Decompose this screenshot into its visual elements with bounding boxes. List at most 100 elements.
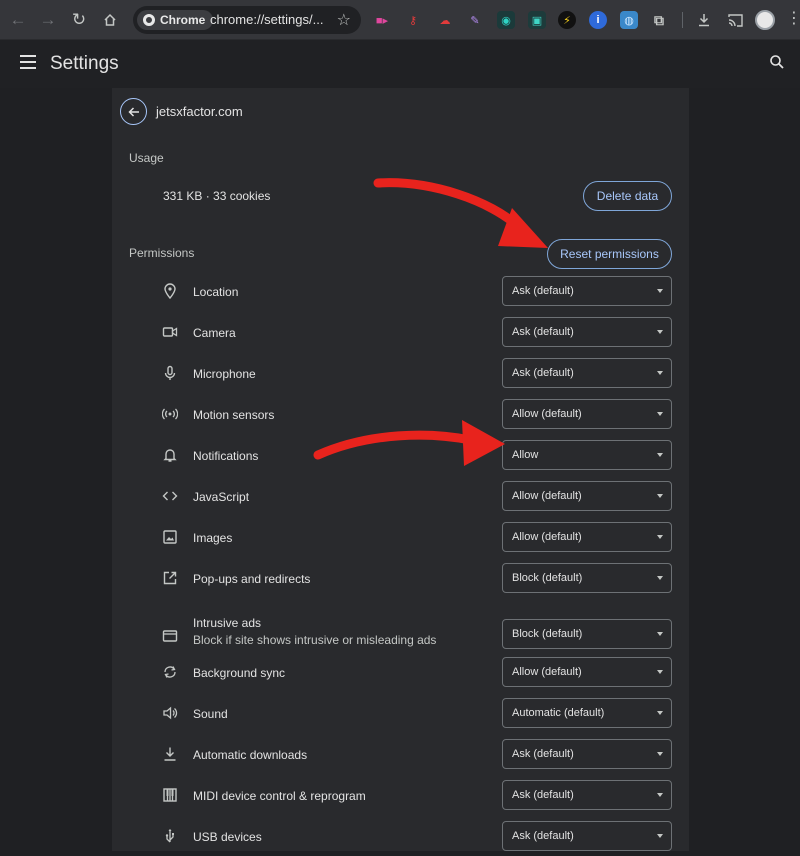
caret-down-icon xyxy=(657,711,663,715)
permission-label: Microphone xyxy=(193,367,256,381)
permission-label: USB devices xyxy=(193,830,262,844)
permission-select[interactable]: Ask (default) xyxy=(502,821,672,851)
permission-select-value: Allow (default) xyxy=(512,408,582,420)
permission-select[interactable]: Block (default) xyxy=(502,619,672,649)
extension-cloud-icon[interactable]: ☁ xyxy=(436,11,454,29)
permission-label: Automatic downloads xyxy=(193,748,308,762)
back-arrow-icon[interactable]: ← xyxy=(6,8,30,32)
ads-icon xyxy=(162,628,178,644)
permission-select[interactable]: Ask (default) xyxy=(502,739,672,769)
permission-label: Intrusive ads xyxy=(193,616,262,630)
url-text[interactable]: chrome://settings/... xyxy=(210,12,323,27)
permission-select-value: Allow (default) xyxy=(512,666,582,678)
permission-label: Notifications xyxy=(193,449,259,463)
caret-down-icon xyxy=(657,453,663,457)
permission-row: Sound Automatic (default) xyxy=(112,693,689,733)
chrome-logo-icon xyxy=(143,14,155,26)
permission-select[interactable]: Allow (default) xyxy=(502,481,672,511)
extension-camera-icon[interactable]: ◉ xyxy=(497,11,515,29)
bookmark-star-icon[interactable]: ☆ xyxy=(337,10,351,30)
permission-row: Microphone Ask (default) xyxy=(112,353,689,393)
permission-select[interactable]: Allow (default) xyxy=(502,657,672,687)
permission-select[interactable]: Block (default) xyxy=(502,563,672,593)
permission-select[interactable]: Allow (default) xyxy=(502,522,672,552)
permission-label: Pop-ups and redirects xyxy=(193,572,311,586)
more-menu-icon[interactable]: ⋮ xyxy=(786,8,800,28)
profile-avatar[interactable] xyxy=(755,10,775,30)
delete-data-button[interactable]: Delete data xyxy=(583,181,672,211)
extension-key-icon[interactable]: ⚷ xyxy=(404,11,422,29)
forward-arrow-icon[interactable]: → xyxy=(36,8,60,32)
bell-icon xyxy=(162,447,178,463)
settings-header: Settings xyxy=(0,40,800,88)
extension-feather-icon[interactable]: ✎ xyxy=(466,11,484,29)
chrome-chip-label: Chrome xyxy=(160,13,206,27)
permission-sublabel: Block if site shows intrusive or mislead… xyxy=(193,633,437,647)
permission-select-value: Ask (default) xyxy=(512,789,574,801)
usage-summary: 331 KB · 33 cookies xyxy=(163,189,271,203)
permission-label: MIDI device control & reprogram xyxy=(193,789,366,803)
sensors-icon xyxy=(162,406,178,422)
permission-select[interactable]: Ask (default) xyxy=(502,317,672,347)
location-pin-icon xyxy=(162,283,178,299)
microphone-icon xyxy=(162,365,178,381)
site-settings-card: jetsxfactor.com Usage 331 KB · 33 cookie… xyxy=(112,88,689,851)
volume-icon xyxy=(162,705,178,721)
permission-select[interactable]: Ask (default) xyxy=(502,780,672,810)
caret-down-icon xyxy=(657,632,663,636)
chrome-chip[interactable]: Chrome xyxy=(137,10,214,30)
download-icon[interactable] xyxy=(692,8,716,32)
caret-down-icon xyxy=(657,371,663,375)
permission-select-value: Automatic (default) xyxy=(512,707,605,719)
back-button[interactable] xyxy=(120,98,147,125)
permission-select[interactable]: Allow (default) xyxy=(502,399,672,429)
extension-video-icon[interactable]: ■▸ xyxy=(373,11,391,29)
caret-down-icon xyxy=(657,576,663,580)
extensions-puzzle-icon[interactable]: ⧉ xyxy=(650,11,668,29)
site-name: jetsxfactor.com xyxy=(156,104,243,119)
caret-down-icon xyxy=(657,494,663,498)
download-icon xyxy=(162,746,178,762)
permission-select[interactable]: Ask (default) xyxy=(502,276,672,306)
permission-row: USB devices Ask (default) xyxy=(112,816,689,856)
permission-row: Motion sensors Allow (default) xyxy=(112,394,689,434)
address-bar[interactable]: Chrome chrome://settings/... ☆ xyxy=(133,6,361,34)
permission-label: Images xyxy=(193,531,233,545)
reload-icon[interactable]: ↻ xyxy=(67,8,91,32)
image-icon xyxy=(162,529,178,545)
open-in-new-icon xyxy=(162,570,178,586)
permission-select[interactable]: Automatic (default) xyxy=(502,698,672,728)
permission-row: Automatic downloads Ask (default) xyxy=(112,734,689,774)
permission-row: MIDI device control & reprogram Ask (defa… xyxy=(112,775,689,815)
caret-down-icon xyxy=(657,834,663,838)
hamburger-menu-icon[interactable] xyxy=(20,55,36,69)
caret-down-icon xyxy=(657,535,663,539)
reset-permissions-button[interactable]: Reset permissions xyxy=(547,239,672,269)
permission-row: Background sync Allow (default) xyxy=(112,652,689,692)
arrow-left-icon xyxy=(127,106,139,117)
caret-down-icon xyxy=(657,412,663,416)
extension-info-icon[interactable]: i xyxy=(589,11,607,29)
home-icon[interactable] xyxy=(98,8,122,32)
caret-down-icon xyxy=(657,670,663,674)
permission-select-value: Block (default) xyxy=(512,628,583,640)
permission-select-value: Ask (default) xyxy=(512,830,574,842)
extension-tab-icon[interactable]: ▣ xyxy=(528,11,546,29)
permission-select[interactable]: Allow xyxy=(502,440,672,470)
permission-select-value: Ask (default) xyxy=(512,748,574,760)
permission-row: Pop-ups and redirects Block (default) xyxy=(112,558,689,598)
extension-lightning-icon[interactable]: ⚡ xyxy=(558,11,576,29)
caret-down-icon xyxy=(657,752,663,756)
search-icon[interactable] xyxy=(769,54,785,70)
camera-icon xyxy=(162,324,178,340)
permission-select-value: Ask (default) xyxy=(512,285,574,297)
cast-icon[interactable] xyxy=(723,8,747,32)
permission-row: Images Allow (default) xyxy=(112,517,689,557)
caret-down-icon xyxy=(657,289,663,293)
extension-globe-icon[interactable]: ◍ xyxy=(620,11,638,29)
permission-label: Motion sensors xyxy=(193,408,275,422)
permission-select[interactable]: Ask (default) xyxy=(502,358,672,388)
browser-toolbar: ← → ↻ Chrome chrome://settings/... ☆ ■▸ … xyxy=(0,0,800,40)
page-title: Settings xyxy=(50,53,119,74)
permission-row: JavaScript Allow (default) xyxy=(112,476,689,516)
